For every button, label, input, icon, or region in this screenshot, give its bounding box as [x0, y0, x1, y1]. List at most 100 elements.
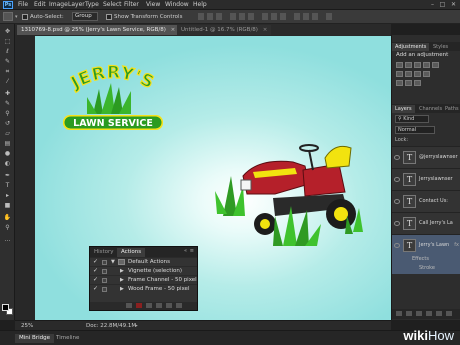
distribute-right-icon[interactable] [312, 13, 318, 20]
visibility-eye-icon[interactable] [394, 155, 400, 160]
color-balance-icon[interactable] [405, 71, 412, 77]
close-tab-icon[interactable]: × [171, 27, 176, 33]
tab-actions[interactable]: Actions [117, 248, 146, 257]
crop-icon[interactable]: ⌗ [3, 68, 12, 75]
menu-layer[interactable]: Layer [68, 1, 85, 9]
action-enabled-check-icon[interactable]: ✓ [93, 268, 99, 274]
close-icon[interactable]: ✕ [449, 1, 458, 9]
move-tool-icon[interactable] [3, 12, 13, 21]
layer-effects-icon[interactable]: fx [454, 242, 459, 248]
distribute-vcenter-icon[interactable] [271, 13, 277, 20]
posterize-icon[interactable] [405, 80, 412, 86]
history-brush-icon[interactable]: ↺ [3, 120, 12, 127]
link-layers-icon[interactable] [396, 311, 402, 316]
add-mask-icon[interactable] [416, 311, 422, 316]
tab-adjustments[interactable]: Adjustments [392, 43, 430, 51]
action-row[interactable]: ✓ ▶ Wood Frame - 50 pixel [90, 284, 197, 293]
dodge-icon[interactable]: ◐ [3, 160, 12, 167]
layer-row[interactable]: T Contact Us: [392, 190, 460, 212]
expand-triangle-icon[interactable]: ▶ [120, 276, 124, 284]
exposure-icon[interactable] [423, 62, 430, 68]
menu-select[interactable]: Select [103, 1, 122, 9]
foreground-color-swatch[interactable] [2, 304, 9, 311]
new-layer-icon[interactable] [436, 311, 442, 316]
status-menu-icon[interactable]: ▸ [135, 322, 138, 330]
expand-triangle-icon[interactable]: ▶ [120, 267, 124, 275]
align-hcenter-icon[interactable] [239, 13, 245, 20]
align-left-icon[interactable] [230, 13, 236, 20]
tab-styles[interactable]: Styles [430, 43, 451, 51]
dialog-toggle-icon[interactable] [102, 260, 107, 265]
tab-document-2[interactable]: Untitled-1 @ 16.7% (RGB/8) × [177, 25, 272, 35]
vibrance-icon[interactable] [432, 62, 439, 68]
threshold-icon[interactable] [414, 80, 421, 86]
hand-icon[interactable]: ✋ [3, 214, 12, 221]
levels-icon[interactable] [405, 62, 412, 68]
delete-action-icon[interactable] [176, 303, 182, 308]
zoom-level[interactable]: 25% [21, 322, 33, 330]
expand-triangle-icon[interactable]: ▼ [111, 258, 115, 266]
dialog-toggle-icon[interactable] [102, 287, 107, 292]
shape-icon[interactable]: ■ [3, 202, 12, 209]
minimize-icon[interactable]: – [428, 1, 437, 9]
align-top-icon[interactable] [198, 13, 204, 20]
visibility-eye-icon[interactable] [394, 177, 400, 182]
black-white-icon[interactable] [414, 71, 421, 77]
layer-row[interactable]: T Call Jerry's La [392, 212, 460, 234]
color-swatches[interactable] [2, 304, 13, 315]
distribute-top-icon[interactable] [262, 13, 268, 20]
tab-paths[interactable]: Paths [442, 105, 460, 113]
visibility-eye-icon[interactable] [394, 243, 400, 248]
distribute-left-icon[interactable] [294, 13, 300, 20]
visibility-eye-icon[interactable] [394, 199, 400, 204]
eyedropper-icon[interactable]: ⁄ [3, 78, 12, 85]
path-select-icon[interactable]: ▸ [3, 192, 12, 199]
hue-saturation-icon[interactable] [396, 71, 403, 77]
new-group-icon[interactable] [426, 311, 432, 316]
align-vcenter-icon[interactable] [207, 13, 213, 20]
action-enabled-check-icon[interactable]: ✓ [93, 259, 99, 265]
close-tab-icon[interactable]: × [263, 27, 268, 33]
action-enabled-check-icon[interactable]: ✓ [93, 286, 99, 292]
move-icon[interactable]: ✥ [3, 28, 12, 35]
pen-icon[interactable]: ✒ [3, 172, 12, 179]
blend-mode-select[interactable]: Normal [395, 126, 435, 134]
action-row[interactable]: ✓ ▼ Default Actions [90, 257, 197, 266]
blur-icon[interactable]: ● [3, 150, 12, 157]
distribute-bottom-icon[interactable] [280, 13, 286, 20]
more-tools-icon[interactable]: … [3, 236, 12, 243]
marquee-icon[interactable]: ⬚ [3, 38, 12, 45]
layer-row[interactable]: T @jerryslawnser [392, 146, 460, 168]
eraser-icon[interactable]: ▱ [3, 130, 12, 137]
collapse-icon[interactable]: « [184, 248, 187, 254]
tab-history[interactable]: History [90, 248, 118, 257]
auto-align-icon[interactable] [326, 13, 332, 20]
new-set-icon[interactable] [156, 303, 162, 308]
menu-edit[interactable]: Edit [34, 1, 46, 9]
gradient-icon[interactable]: ▤ [3, 140, 12, 147]
healing-brush-icon[interactable]: ✚ [3, 90, 12, 97]
menu-type[interactable]: Type [85, 1, 99, 9]
menu-window[interactable]: Window [165, 1, 189, 9]
layer-row[interactable]: T Jerryslawnser [392, 168, 460, 190]
delete-layer-icon[interactable] [446, 311, 452, 316]
menu-image[interactable]: Image [49, 1, 68, 9]
maximize-icon[interactable]: □ [438, 1, 447, 9]
visibility-eye-icon[interactable] [394, 221, 400, 226]
dialog-toggle-icon[interactable] [102, 269, 107, 274]
panel-menu-icon[interactable]: ≡ [190, 248, 194, 254]
zoom-icon[interactable]: ⚲ [3, 224, 12, 231]
add-style-icon[interactable] [406, 311, 412, 316]
type-icon[interactable]: T [3, 182, 12, 189]
align-bottom-icon[interactable] [216, 13, 222, 20]
action-enabled-check-icon[interactable]: ✓ [93, 277, 99, 283]
menu-help[interactable]: Help [193, 1, 207, 9]
new-action-icon[interactable] [166, 303, 172, 308]
tab-layers[interactable]: Layers [392, 105, 415, 113]
layer-row-selected[interactable]: T Jerry's Lawn fx Effects Stroke [392, 234, 460, 274]
action-row[interactable]: ✓ ▶ Vignette (selection) [90, 266, 197, 275]
clone-stamp-icon[interactable]: ⚲ [3, 110, 12, 117]
tab-document-1[interactable]: 1310769-8.psd @ 25% (Jerry's Lawn Servic… [17, 25, 180, 35]
invert-icon[interactable] [396, 80, 403, 86]
tab-channels[interactable]: Channels [416, 105, 445, 113]
